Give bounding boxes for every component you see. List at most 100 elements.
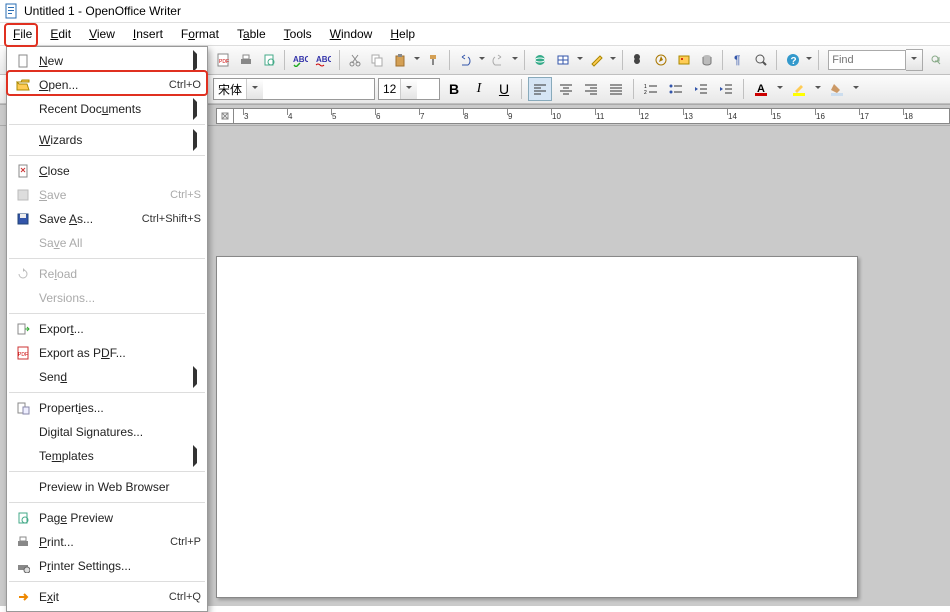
menu-export[interactable]: Export...	[7, 317, 207, 341]
align-center-button[interactable]	[555, 78, 577, 100]
menu-page-preview[interactable]: Page Preview	[7, 506, 207, 530]
hyperlink-button[interactable]	[530, 48, 551, 72]
menu-reload: Reload	[7, 262, 207, 286]
svg-text:?: ?	[790, 56, 796, 67]
table-button[interactable]	[553, 48, 574, 72]
help-button[interactable]: ?	[782, 48, 803, 72]
menu-recent-documents[interactable]: Recent Documents	[7, 97, 207, 121]
numbering-button[interactable]: 12	[640, 78, 662, 100]
menu-open[interactable]: Open...Ctrl+O	[7, 73, 207, 97]
ruler-tick: 12	[640, 109, 649, 123]
menu-exit[interactable]: ExitCtrl+Q	[7, 585, 207, 609]
italic-button[interactable]: I	[468, 78, 490, 100]
gallery-button[interactable]	[674, 48, 695, 72]
background-color-button[interactable]	[826, 78, 848, 100]
format-paintbrush-button[interactable]	[423, 48, 444, 72]
page-preview-button[interactable]	[258, 48, 279, 72]
menu-new[interactable]: New	[7, 49, 207, 73]
title-bar: Untitled 1 - OpenOffice Writer	[0, 0, 950, 23]
find-next-button[interactable]	[925, 48, 946, 72]
menu-tools[interactable]: Tools	[275, 25, 321, 43]
new-icon	[13, 53, 33, 69]
menu-wizards[interactable]: Wizards	[7, 128, 207, 152]
increase-indent-button[interactable]	[715, 78, 737, 100]
menu-print[interactable]: Print...Ctrl+P	[7, 530, 207, 554]
file-menu-dropdown: New Open...Ctrl+O Recent Documents Wizar…	[6, 46, 208, 612]
menu-format[interactable]: Format	[172, 25, 228, 43]
redo-button[interactable]	[488, 48, 509, 72]
menu-export-pdf[interactable]: PDF Export as PDF...	[7, 341, 207, 365]
menu-close[interactable]: Close	[7, 159, 207, 183]
paste-dropdown[interactable]	[413, 57, 422, 63]
find-replace-button[interactable]	[628, 48, 649, 72]
ruler-tick: 5	[332, 109, 336, 123]
menu-view[interactable]: View	[80, 25, 124, 43]
font-name-combo[interactable]: 宋体	[213, 78, 375, 100]
undo-button[interactable]	[455, 48, 476, 72]
menu-digital-signatures[interactable]: Digital Signatures...	[7, 420, 207, 444]
align-right-button[interactable]	[580, 78, 602, 100]
print-button[interactable]	[236, 48, 257, 72]
paste-button[interactable]	[390, 48, 411, 72]
svg-text:ABC: ABC	[316, 55, 331, 64]
background-color-dropdown[interactable]	[851, 86, 861, 92]
draw-dropdown[interactable]	[609, 57, 618, 63]
find-dropdown[interactable]	[906, 49, 923, 71]
menu-send[interactable]: Send	[7, 365, 207, 389]
cut-button[interactable]	[344, 48, 365, 72]
nonprinting-button[interactable]: ¶	[728, 48, 749, 72]
copy-button[interactable]	[367, 48, 388, 72]
underline-button[interactable]: U	[493, 78, 515, 100]
menu-printer-settings[interactable]: Printer Settings...	[7, 554, 207, 578]
menu-edit[interactable]: Edit	[41, 25, 80, 43]
menu-file[interactable]: File	[4, 25, 41, 43]
ruler-tick: 7	[420, 109, 424, 123]
page-preview-icon	[13, 510, 33, 526]
menu-templates[interactable]: Templates	[7, 444, 207, 468]
highlight-button[interactable]	[788, 78, 810, 100]
menu-window[interactable]: Window	[321, 25, 382, 43]
navigator-button[interactable]	[651, 48, 672, 72]
font-color-dropdown[interactable]	[775, 86, 785, 92]
show-draw-button[interactable]	[586, 48, 607, 72]
highlight-dropdown[interactable]	[813, 86, 823, 92]
menu-preview-browser[interactable]: Preview in Web Browser	[7, 475, 207, 499]
ruler-tick: 17	[860, 109, 869, 123]
zoom-button[interactable]	[751, 48, 772, 72]
auto-spellcheck-button[interactable]: ABC	[313, 48, 334, 72]
menu-help[interactable]: Help	[381, 25, 424, 43]
align-left-button[interactable]	[528, 77, 552, 101]
export-pdf-button[interactable]: PDF	[213, 48, 234, 72]
menu-save-as[interactable]: Save As...Ctrl+Shift+S	[7, 207, 207, 231]
table-dropdown[interactable]	[575, 57, 584, 63]
font-size-combo[interactable]: 12	[378, 78, 440, 100]
undo-dropdown[interactable]	[477, 57, 486, 63]
menu-save: SaveCtrl+S	[7, 183, 207, 207]
separator	[339, 50, 340, 70]
exit-icon	[13, 589, 33, 605]
export-icon	[13, 321, 33, 337]
print-icon	[13, 534, 33, 550]
horizontal-ruler[interactable]: 3456789101112131415161718	[233, 108, 950, 124]
document-page[interactable]	[216, 256, 858, 598]
open-icon	[13, 77, 33, 93]
redo-dropdown[interactable]	[511, 57, 520, 63]
ruler-tick: 11	[596, 109, 604, 123]
align-justify-button[interactable]	[605, 78, 627, 100]
separator	[449, 50, 450, 70]
decrease-indent-button[interactable]	[690, 78, 712, 100]
help-dropdown[interactable]	[805, 57, 814, 63]
menu-versions: Versions...	[7, 286, 207, 310]
bullets-button[interactable]	[665, 78, 687, 100]
menu-table[interactable]: Table	[228, 25, 275, 43]
menu-insert[interactable]: Insert	[124, 25, 172, 43]
menu-properties[interactable]: Properties...	[7, 396, 207, 420]
spellcheck-button[interactable]: ABC	[290, 48, 311, 72]
ruler-tick: 18	[904, 109, 913, 123]
ruler-tick: 14	[728, 109, 737, 123]
save-icon	[13, 187, 33, 203]
find-input[interactable]	[828, 50, 906, 70]
data-sources-button[interactable]	[696, 48, 717, 72]
bold-button[interactable]: B	[443, 78, 465, 100]
font-color-button[interactable]: A	[750, 78, 772, 100]
